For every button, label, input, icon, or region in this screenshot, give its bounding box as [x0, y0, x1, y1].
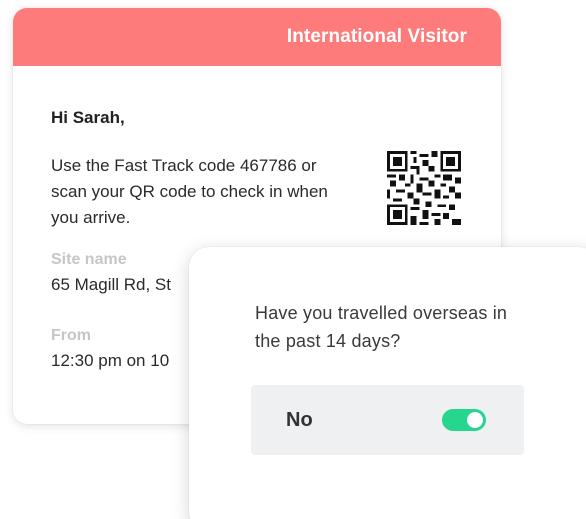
travel-question: Have you travelled overseas in the past … — [255, 303, 508, 351]
answer-label: No — [286, 408, 313, 431]
check-in-message: Use the Fast Track code 467786 or scan y… — [51, 156, 328, 227]
stage: International Visitor Hi Sarah, Use the … — [0, 0, 586, 519]
header-title: International Visitor — [286, 26, 467, 47]
answer-toggle[interactable] — [442, 409, 486, 431]
answer-row[interactable]: No — [251, 385, 524, 455]
visitor-card-header: International Visitor — [13, 8, 501, 66]
qr-code-icon[interactable] — [387, 151, 461, 225]
travel-question-card: Have you travelled overseas in the past … — [189, 247, 586, 519]
greeting: Hi Sarah, — [51, 108, 125, 127]
toggle-knob — [467, 412, 483, 428]
